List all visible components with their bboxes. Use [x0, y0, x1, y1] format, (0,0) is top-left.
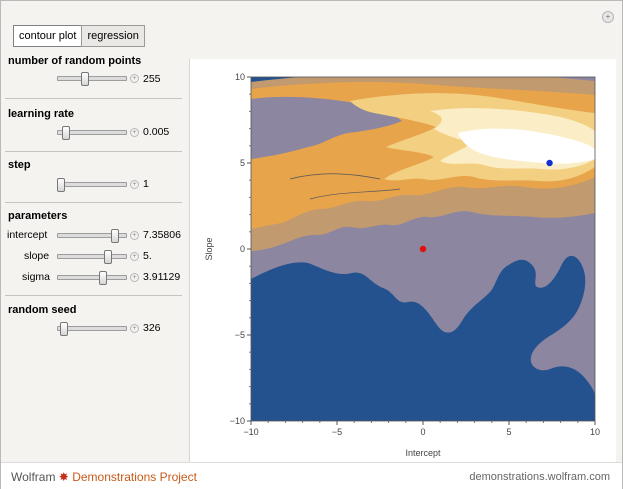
x-tick-label: 0: [420, 427, 425, 437]
y-tick-label: −5: [235, 330, 245, 340]
footer: Wolfram ✸ Demonstrations Project demonst…: [1, 462, 622, 489]
y-axis-label: Slope: [204, 237, 214, 260]
divider: [5, 151, 182, 152]
slope-plus-icon[interactable]: +: [130, 252, 139, 261]
step-slider-thumb[interactable]: [57, 178, 65, 192]
random-seed-slider-thumb[interactable]: [60, 322, 69, 336]
step-value: 1: [143, 178, 149, 190]
wolfram-brand[interactable]: Wolfram ✸ Demonstrations Project: [11, 470, 197, 484]
intercept-label: intercept: [7, 229, 48, 241]
tab-bar: contour plot regression: [13, 25, 145, 47]
sigma-plus-icon[interactable]: +: [130, 273, 139, 282]
y-tick-label: 5: [240, 158, 245, 168]
slope-value: 5.: [143, 250, 152, 262]
divider: [5, 295, 182, 296]
random-seed-plus-icon[interactable]: +: [130, 324, 139, 333]
slope-slider-thumb[interactable]: [103, 250, 112, 264]
sigma-slider-thumb[interactable]: [99, 271, 108, 285]
sigma-value: 3.91129: [143, 271, 181, 283]
num-points-plus-icon[interactable]: +: [130, 74, 139, 83]
x-tick-label: −10: [243, 427, 258, 437]
slope-slider-track[interactable]: [57, 254, 127, 259]
num-points-slider-thumb[interactable]: [81, 72, 90, 86]
site-link[interactable]: demonstrations.wolfram.com: [469, 471, 610, 483]
controls-panel: number of random points + 255 learning r…: [1, 49, 189, 461]
tab-regression[interactable]: regression: [81, 25, 145, 47]
sigma-slider-track[interactable]: [57, 275, 127, 280]
learning-rate-value: 0.005: [143, 126, 170, 138]
divider: [5, 202, 182, 203]
learning-rate-plus-icon[interactable]: +: [130, 128, 139, 137]
x-axis-label: Intercept: [405, 448, 441, 458]
x-tick-label: 10: [590, 427, 600, 437]
learning-rate-slider-thumb[interactable]: [61, 126, 70, 140]
brand-wolfram: Wolfram: [11, 470, 56, 484]
step-title: step: [8, 159, 31, 171]
num-points-title: number of random points: [8, 55, 142, 67]
num-points-slider-track[interactable]: [57, 76, 127, 81]
red-point: [419, 245, 427, 253]
tab-contour-plot[interactable]: contour plot: [13, 25, 83, 47]
x-tick-label: 5: [506, 427, 511, 437]
random-seed-value: 326: [143, 322, 161, 334]
random-seed-title: random seed: [8, 304, 77, 316]
y-tick-label: 10: [235, 72, 245, 82]
intercept-slider-thumb[interactable]: [110, 229, 119, 243]
intercept-value: 7.35806: [143, 229, 181, 241]
num-points-value: 255: [143, 73, 161, 85]
blue-point: [546, 159, 553, 167]
learning-rate-title: learning rate: [8, 108, 75, 120]
plot-panel: −10 −5 0 5 10 10 5 0 −5 −10 Intercept Slope: [189, 59, 616, 462]
y-tick-label: −10: [230, 416, 245, 426]
slope-label: slope: [24, 250, 50, 262]
parameters-title: parameters: [8, 210, 68, 222]
wolfram-spikey-icon: ✸: [58, 470, 69, 484]
brand-demonstrations: Demonstrations Project: [72, 470, 197, 484]
step-slider-track[interactable]: [57, 182, 127, 187]
x-tick-label: −5: [332, 427, 342, 437]
plus-icon[interactable]: +: [602, 11, 614, 23]
intercept-plus-icon[interactable]: +: [130, 231, 139, 240]
step-plus-icon[interactable]: +: [130, 180, 139, 189]
y-tick-label: 0: [240, 244, 245, 254]
contour-plot[interactable]: −10 −5 0 5 10 10 5 0 −5 −10 Intercept Slope: [190, 59, 616, 462]
sigma-label: sigma: [22, 271, 51, 283]
divider: [5, 98, 182, 99]
demonstration-frame: contour plot regression + number of rand…: [0, 0, 623, 489]
